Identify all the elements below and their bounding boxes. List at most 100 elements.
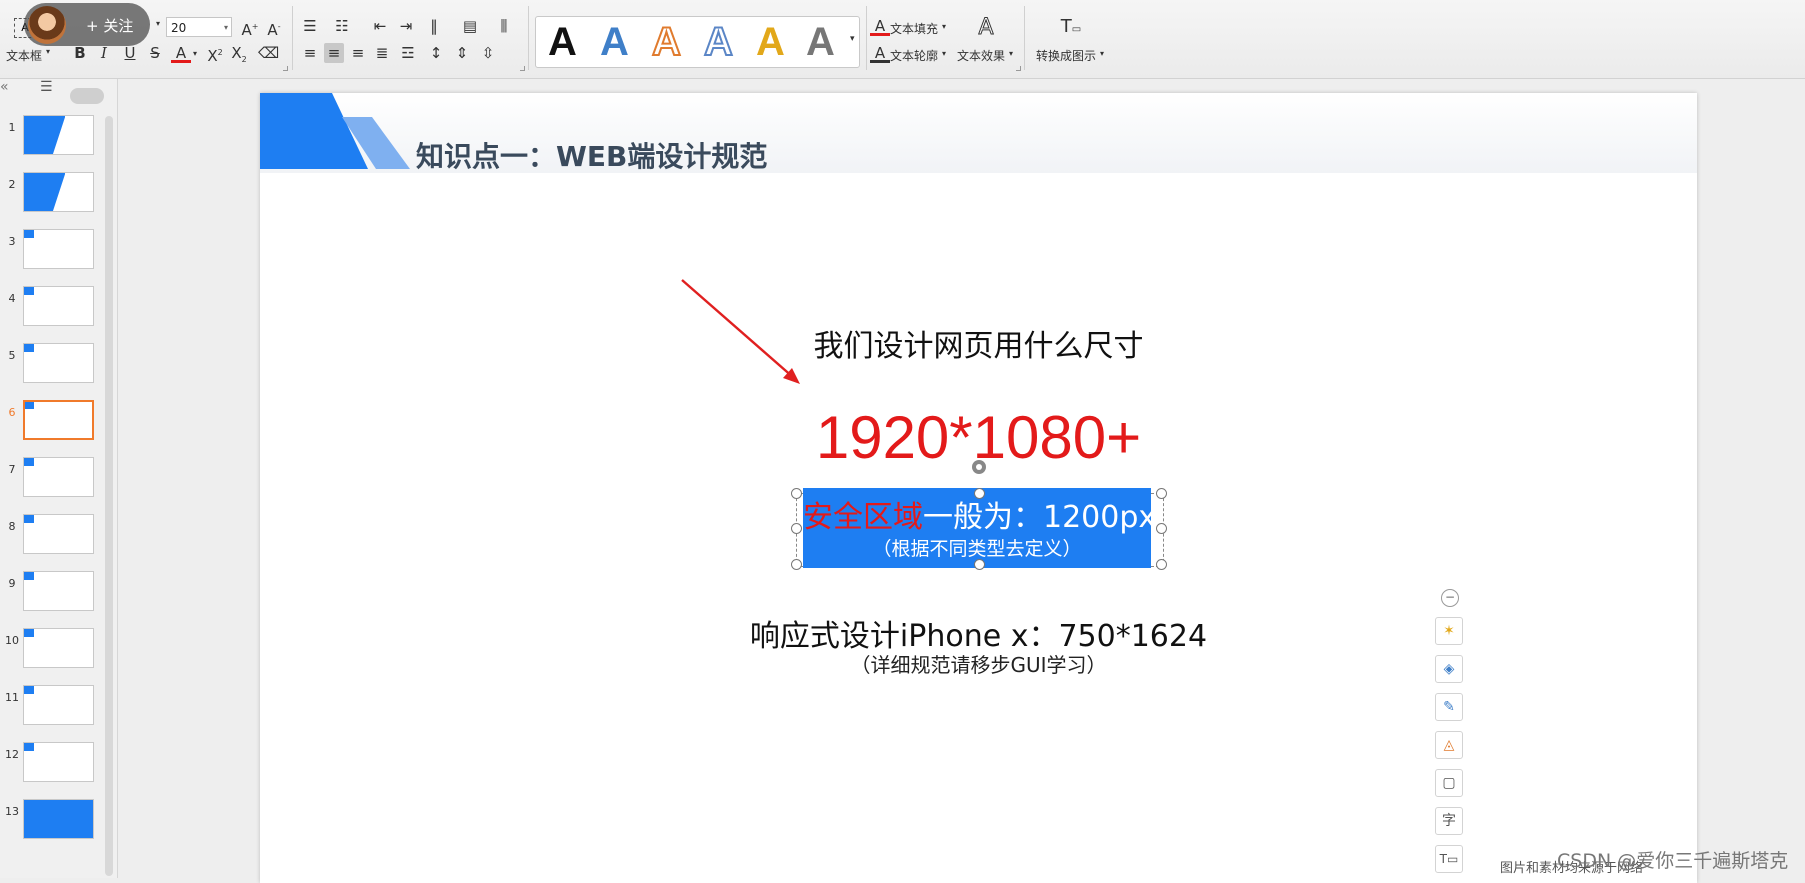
follow-button[interactable]: + 关注 [86, 15, 133, 36]
slide-thumbnail-2[interactable] [23, 172, 94, 212]
bullet-list-icon[interactable]: ☰ [300, 16, 320, 36]
fill-bucket-icon[interactable]: ◬ [1435, 731, 1463, 759]
text-outline-button[interactable]: 文本轮廓 [890, 47, 938, 64]
resize-handle-bc[interactable] [974, 559, 985, 570]
resize-handle-mr[interactable] [1156, 523, 1167, 534]
question-text[interactable]: 我们设计网页用什么尺寸 [260, 321, 1697, 365]
align-center-icon[interactable]: ≡ [324, 43, 344, 63]
slide-view-icon[interactable] [70, 88, 104, 104]
text-direction-icon[interactable]: ‖ [424, 16, 444, 36]
gallery-more-icon[interactable]: ▾ [850, 34, 855, 44]
slide-thumbnail-number: 7 [8, 463, 16, 476]
align-right-icon[interactable]: ≡ [348, 43, 368, 63]
font-color-icon[interactable]: A [171, 43, 191, 63]
slide-thumbnail-1[interactable] [23, 115, 94, 155]
text-fill-icon[interactable]: A [870, 16, 890, 36]
thumbnail-accent [24, 572, 34, 580]
slide-thumbnail-4[interactable] [23, 286, 94, 326]
bold-icon[interactable]: B [70, 43, 90, 63]
outline-view-icon[interactable]: ☰ [40, 79, 53, 95]
responsive-note[interactable]: （详细规范请移步GUI学习） [260, 649, 1697, 678]
paragraph-spacing-icon[interactable]: ⇕ [452, 43, 472, 63]
text-effect-button[interactable]: 文本效果 [957, 47, 1005, 64]
shrink-font-icon[interactable]: A- [264, 17, 284, 39]
pen-icon[interactable]: ✎ [1435, 693, 1463, 721]
follow-overlay[interactable]: + 关注 [24, 3, 150, 46]
resize-handle-br[interactable] [1156, 559, 1167, 570]
slide-thumbnail-8[interactable] [23, 514, 94, 554]
thumbnail-accent [24, 287, 34, 295]
safe-area-value: 一般为：1200px [923, 500, 1157, 535]
collapse-panel-icon[interactable]: « [0, 79, 9, 95]
column-icon[interactable]: ⫼ [494, 16, 514, 36]
wordart-style-1[interactable]: A [548, 19, 577, 65]
text-outline-icon[interactable]: A [870, 43, 890, 63]
convert-diagram-icon[interactable]: T▭ [1435, 845, 1463, 873]
layers-icon[interactable]: ◈ [1435, 655, 1463, 683]
underline-icon[interactable]: U [120, 43, 140, 63]
numbered-list-icon[interactable]: ☷ [332, 16, 352, 36]
slide-thumbnail-9[interactable] [23, 571, 94, 611]
slide-thumbnail-12[interactable] [23, 742, 94, 782]
slide-thumbnail-number: 13 [5, 805, 19, 818]
ribbon-divider [866, 6, 867, 70]
dialog-launcher-icon[interactable] [520, 66, 525, 71]
ribbon-divider [528, 6, 529, 70]
slide-thumbnail-7[interactable] [23, 457, 94, 497]
wordart-style-gallery[interactable]: A A A A A A [535, 16, 860, 68]
resize-handle-tr[interactable] [1156, 488, 1167, 499]
slide-thumbnail-number: 4 [8, 292, 16, 305]
dialog-launcher-icon[interactable] [1016, 66, 1021, 71]
ribbon-toolbar: A 文本框 ▾ ▾ 20 ▾ A+ A- B I U S A ▾ X2 X2 ⌫… [0, 0, 1805, 79]
align-left-icon[interactable]: ≡ [300, 43, 320, 63]
distribute-icon[interactable]: ☲ [398, 43, 418, 63]
slide-thumbnail-3[interactable] [23, 229, 94, 269]
chevron-down-icon[interactable]: ▾ [193, 49, 197, 58]
rotate-handle[interactable] [972, 460, 986, 474]
text-fill-button[interactable]: 文本填充 [890, 20, 938, 37]
convert-to-diagram-icon[interactable]: T▭ [1058, 17, 1084, 37]
align-text-icon[interactable]: ▤ [460, 16, 480, 36]
thumbnail-accent [24, 344, 34, 352]
thumbnail-accent [24, 173, 66, 211]
slide-thumbnail-6[interactable] [23, 400, 94, 440]
slide-canvas[interactable]: 知识点一：WEB端设计规范 我们设计网页用什么尺寸 1920*1080+ 安全区… [260, 93, 1697, 883]
justify-icon[interactable]: ≣ [372, 43, 392, 63]
text-style-icon[interactable]: 字 [1435, 807, 1463, 835]
text-box-button[interactable]: 文本框 [6, 47, 42, 64]
collapse-toolbar-icon[interactable]: − [1441, 589, 1459, 607]
font-name-dropdown-arrow[interactable]: ▾ [156, 19, 160, 28]
superscript-icon[interactable]: X2 [205, 43, 225, 65]
resize-handle-tl[interactable] [791, 488, 802, 499]
slide-thumbnail-5[interactable] [23, 343, 94, 383]
wordart-style-3[interactable]: A [651, 19, 682, 65]
dialog-launcher-icon[interactable] [283, 66, 288, 71]
spacing-options-icon[interactable]: ⇳ [478, 43, 498, 63]
font-size-select[interactable]: 20 ▾ [166, 17, 232, 37]
wordart-style-5[interactable]: A [756, 19, 785, 65]
resize-handle-ml[interactable] [791, 523, 802, 534]
slide-thumbnail-10[interactable] [23, 628, 94, 668]
convert-to-diagram-button[interactable]: 转换成图示 [1036, 47, 1096, 64]
panel-scrollbar[interactable] [105, 116, 113, 876]
avatar [28, 6, 66, 44]
selected-text-box[interactable]: 安全区域一般为：1200px （根据不同类型去定义） [803, 488, 1156, 568]
grow-font-icon[interactable]: A+ [240, 17, 260, 39]
quick-style-icon[interactable]: ✶ [1435, 617, 1463, 645]
increase-indent-icon[interactable]: ⇥ [396, 16, 416, 36]
line-spacing-icon[interactable]: ↕ [426, 43, 446, 63]
italic-icon[interactable]: I [94, 43, 114, 63]
strikethrough-icon[interactable]: S [145, 43, 165, 63]
resize-handle-bl[interactable] [791, 559, 802, 570]
border-icon[interactable]: ▢ [1435, 769, 1463, 797]
wordart-style-6[interactable]: A [806, 19, 835, 65]
wordart-style-4[interactable]: A [703, 19, 734, 65]
wordart-style-2[interactable]: A [600, 19, 629, 65]
eraser-icon[interactable]: ⌫ [258, 43, 279, 63]
decrease-indent-icon[interactable]: ⇤ [370, 16, 390, 36]
subscript-icon[interactable]: X2 [229, 43, 249, 64]
resize-handle-tc[interactable] [974, 488, 985, 499]
slide-thumbnail-13[interactable] [23, 799, 94, 839]
slide-thumbnail-11[interactable] [23, 685, 94, 725]
text-effect-icon[interactable]: A [976, 16, 996, 39]
